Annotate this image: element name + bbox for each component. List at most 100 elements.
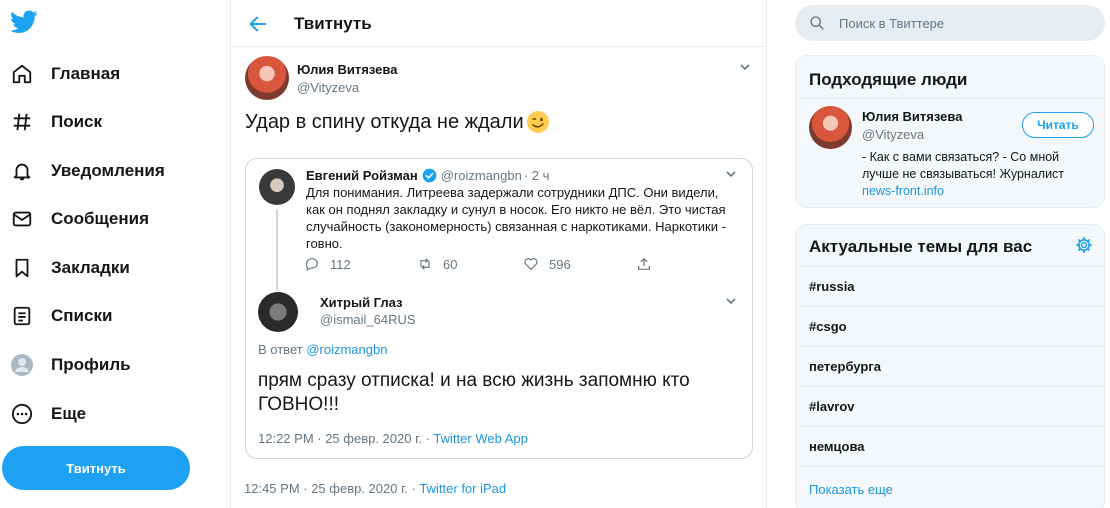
share-button[interactable] (636, 256, 662, 272)
parent-author-avatar[interactable] (259, 169, 295, 205)
search-icon (810, 16, 824, 30)
meta-separator: · (407, 481, 420, 496)
trend-label: #russia (809, 279, 855, 294)
nav-notifications-label: Уведомления (51, 161, 165, 180)
verified-badge-icon (422, 168, 437, 183)
reply-button[interactable]: 112 (304, 256, 351, 272)
trend-label: петербурга (809, 359, 881, 374)
bio-link[interactable]: news-front.info (862, 184, 944, 198)
trend-label: #csgo (809, 319, 847, 334)
author-avatar[interactable] (245, 56, 289, 100)
reply-author-avatar[interactable] (258, 292, 298, 332)
quoted-thread-card[interactable]: Евгений Ройзман @roizmangbn · 2 ч Для по… (245, 158, 753, 459)
avatar-icon (10, 353, 34, 377)
retweet-button[interactable]: 60 (417, 256, 457, 272)
reply-author-handle[interactable]: @ismail_64RUS (320, 312, 416, 327)
more-icon (10, 402, 34, 426)
envelope-icon (10, 207, 34, 231)
author-handle[interactable]: @Vityzeva (297, 80, 359, 95)
trend-item[interactable]: петербурга (796, 346, 1104, 386)
show-more-link[interactable]: Показать еще (809, 482, 893, 497)
twitter-logo-icon[interactable] (10, 10, 38, 34)
reply-context: В ответ @roizmangbn (258, 342, 387, 357)
nav-notifications[interactable]: Уведомления (10, 153, 165, 189)
trend-item[interactable]: #csgo (796, 306, 1104, 346)
tweet-text-content: Удар в спину откуда не ждали (245, 110, 524, 133)
trend-label: немцова (809, 439, 865, 454)
reply-count: 112 (330, 256, 351, 272)
nav-home[interactable]: Главная (10, 56, 120, 92)
retweet-icon (420, 258, 430, 270)
reply-timestamp[interactable]: 12:22 PM · 25 февр. 2020 г. (258, 431, 422, 446)
main-column: Твитнуть Юлия Витязева @Vityzeva Удар в … (230, 0, 767, 508)
tweet-meta: 12:45 PM · 25 февр. 2020 г. · Twitter fo… (244, 481, 506, 496)
nav-messages[interactable]: Сообщения (10, 201, 149, 237)
reply-source-link[interactable]: Twitter Web App (433, 431, 527, 446)
tweet-button[interactable]: Твитнуть (2, 446, 190, 490)
tweet-source-link[interactable]: Twitter for iPad (419, 481, 506, 496)
trends-title: Актуальные темы для вас (809, 237, 1033, 256)
suggested-user-handle[interactable]: @Vityzeva (862, 127, 924, 142)
parent-tweet-time[interactable]: · 2 ч (524, 168, 550, 183)
winking-face-emoji-icon (526, 111, 549, 133)
nav-profile[interactable]: Профиль (10, 347, 131, 383)
share-icon (638, 258, 650, 270)
home-icon (10, 62, 34, 86)
back-arrow-icon[interactable] (247, 13, 269, 35)
author-name[interactable]: Юлия Витязева (297, 62, 397, 77)
chevron-down-icon[interactable] (724, 167, 738, 181)
parent-author-handle[interactable]: @roizmangbn (441, 168, 522, 183)
like-count: 596 (549, 256, 571, 272)
bio-text: - Как с вами связаться? - Со мной лучше … (862, 150, 1065, 181)
parent-tweet-text: Для понимания. Литреева задержали сотруд… (306, 185, 726, 251)
retweet-count: 60 (443, 256, 458, 272)
follow-button[interactable]: Читать (1022, 112, 1094, 138)
who-to-follow-panel: Подходящие люди Юлия Витязева @Vityzeva … (795, 55, 1105, 208)
list-icon (10, 304, 34, 328)
hashtag-icon (10, 110, 34, 134)
parent-author: Евгений Ройзман @roizmangbn · 2 ч (306, 168, 549, 183)
search-bar[interactable] (795, 5, 1105, 41)
trend-item[interactable]: немцова (796, 426, 1104, 466)
nav-messages-label: Сообщения (51, 209, 149, 228)
bookmark-icon (10, 256, 34, 280)
parent-author-name[interactable]: Евгений Ройзман (306, 168, 418, 183)
chevron-down-icon[interactable] (738, 60, 752, 74)
nav-more-label: Еще (51, 404, 87, 423)
like-button[interactable]: 596 (523, 256, 571, 272)
reply-author-name[interactable]: Хитрый Глаз (320, 295, 403, 310)
gear-icon[interactable] (1075, 236, 1093, 254)
suggested-user-name[interactable]: Юлия Витязева (862, 109, 962, 124)
chevron-down-icon[interactable] (724, 294, 738, 308)
nav-lists-label: Списки (51, 306, 113, 325)
left-sidebar: Главная Поиск Уведомления Сообщения Закл… (0, 0, 230, 508)
bell-icon (10, 159, 34, 183)
trend-item[interactable]: #russia (796, 266, 1104, 306)
trends-panel: Актуальные темы для вас #russia #csgo пе… (795, 224, 1105, 508)
tweet-timestamp[interactable]: 12:45 PM · 25 февр. 2020 г. (244, 481, 408, 496)
page-title: Твитнуть (294, 14, 372, 33)
tweet-text: Удар в спину откуда не ждали (245, 110, 550, 134)
nav-explore[interactable]: Поиск (10, 104, 102, 140)
nav-home-label: Главная (51, 64, 121, 83)
nav-profile-label: Профиль (51, 355, 131, 374)
nav-lists[interactable]: Списки (10, 298, 112, 334)
trend-label: #lavrov (809, 399, 855, 414)
page-header: Твитнуть (231, 0, 766, 47)
reply-context-prefix: В ответ (258, 342, 307, 357)
reply-icon (305, 258, 318, 272)
suggested-user-avatar[interactable] (809, 106, 852, 149)
thread-connector-line (276, 209, 278, 291)
nav-explore-label: Поиск (51, 112, 103, 131)
who-to-follow-title: Подходящие люди (809, 70, 968, 89)
divider (796, 98, 1104, 99)
trend-item[interactable]: #lavrov (796, 386, 1104, 426)
reply-tweet-text: прям сразу отписка! и на всю жизнь запом… (258, 370, 690, 415)
reply-tweet-meta: 12:22 PM · 25 февр. 2020 г. · Twitter We… (258, 431, 528, 446)
nav-more[interactable]: Еще (10, 396, 86, 432)
search-input[interactable] (839, 11, 1089, 35)
suggested-user-bio: - Как с вами связаться? - Со мной лучше … (862, 149, 1092, 200)
divider (796, 466, 1104, 467)
reply-to-link[interactable]: @roizmangbn (306, 342, 387, 357)
nav-bookmarks[interactable]: Закладки (10, 250, 130, 286)
